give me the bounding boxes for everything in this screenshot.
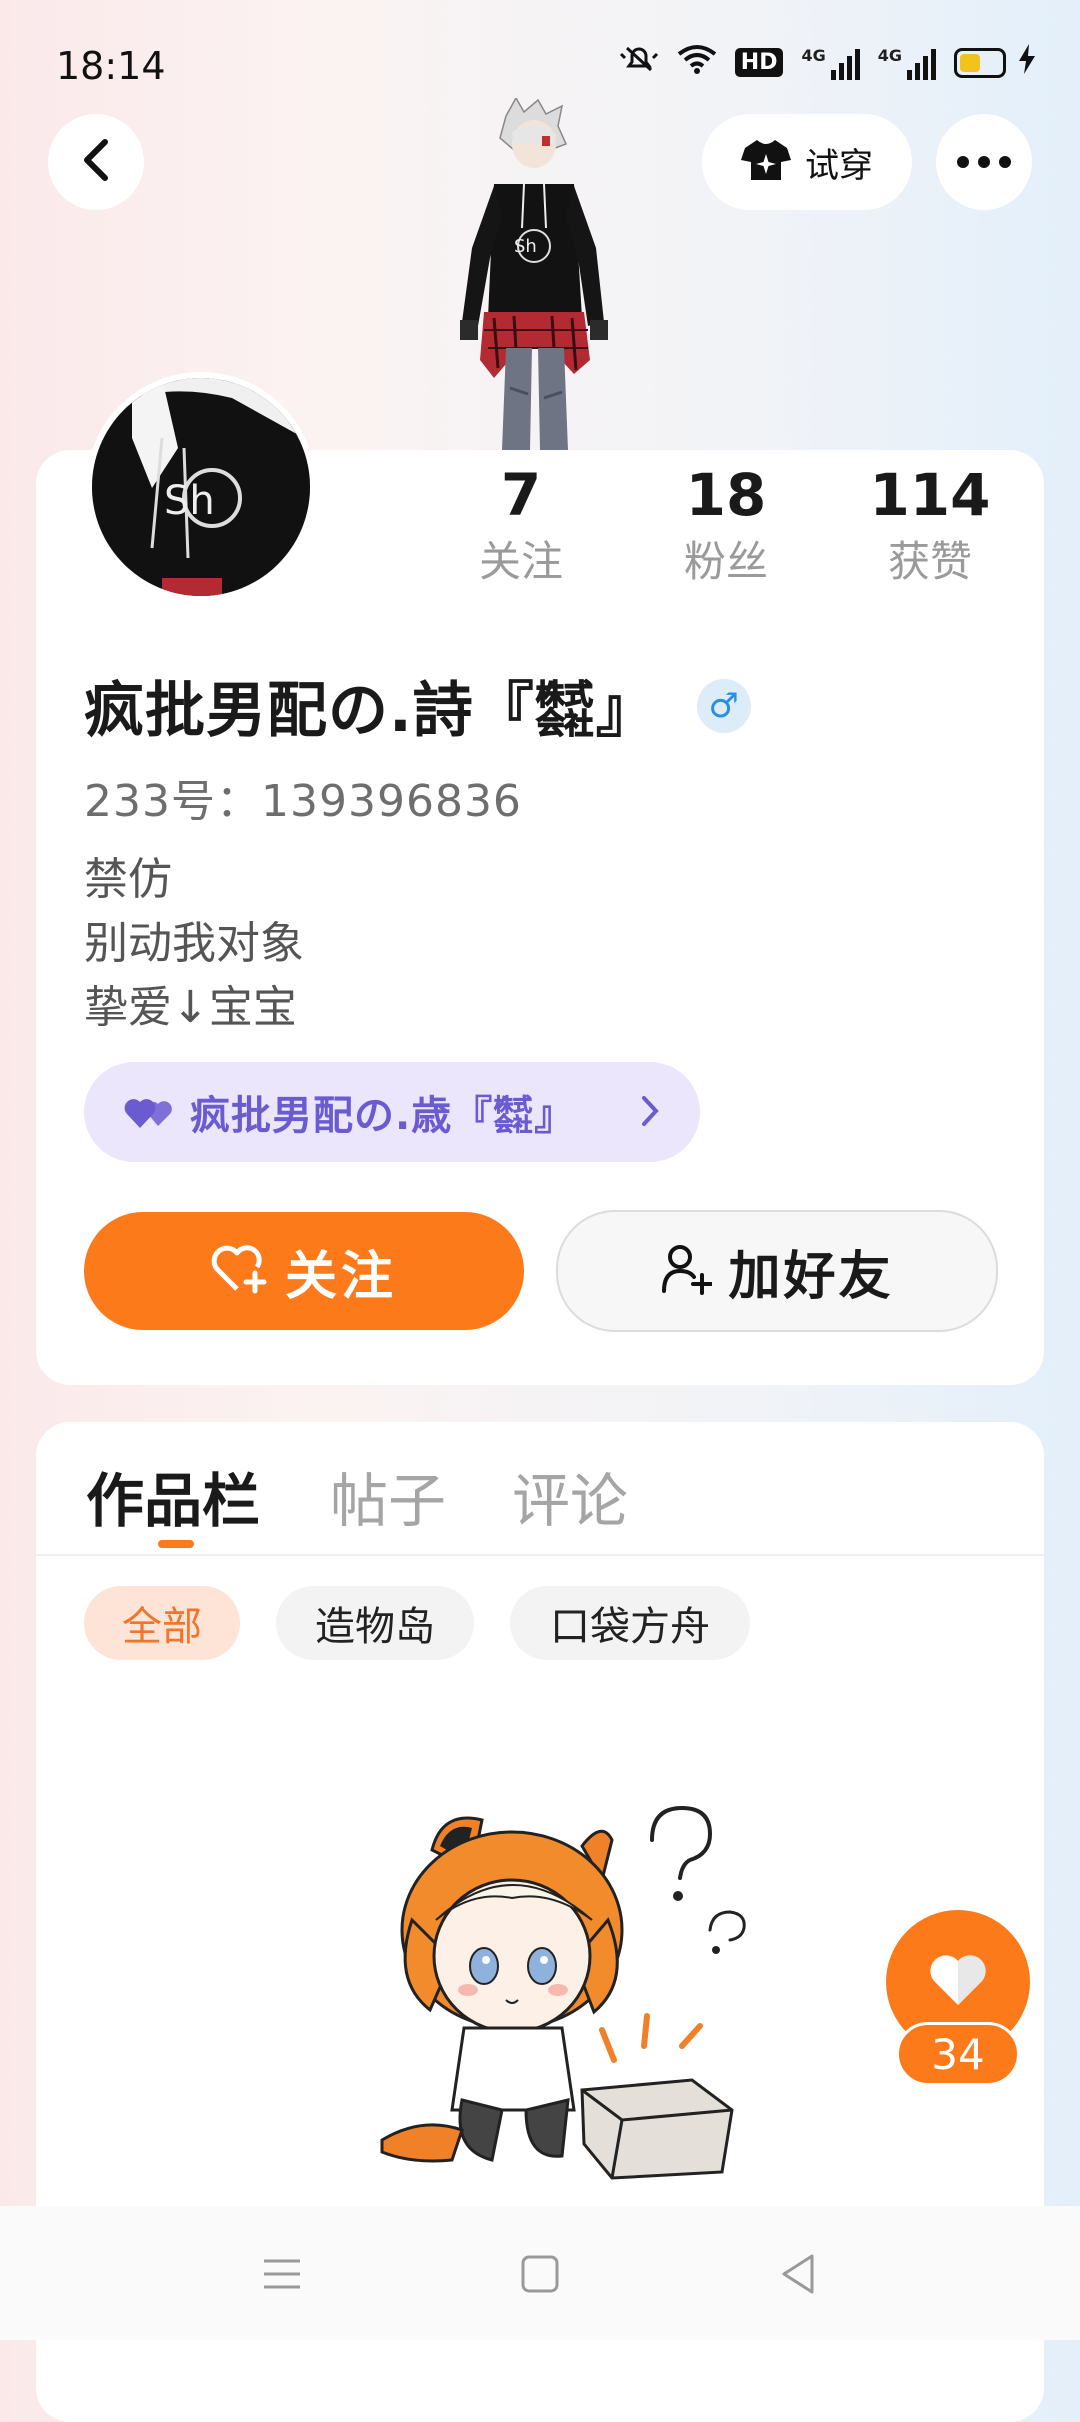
likes-label: 获赞: [887, 537, 972, 586]
like-count: 34: [896, 2022, 1020, 2086]
system-nav-bar: [0, 2206, 1080, 2340]
like-float-button[interactable]: 34: [884, 1910, 1032, 2090]
avatar[interactable]: Sh: [86, 372, 316, 602]
nav-back-button[interactable]: [768, 2246, 828, 2306]
try-on-button[interactable]: 试穿: [702, 114, 912, 210]
filter-all[interactable]: 全部: [84, 1586, 240, 1660]
heart-icon: [928, 1953, 988, 2011]
signal-2-icon: 4G: [878, 46, 936, 80]
recent-apps-button[interactable]: [252, 2246, 312, 2306]
chevron-left-icon: [81, 138, 111, 186]
bio-line: 挚爱↓宝宝: [84, 982, 297, 1033]
chevron-right-icon: [640, 1094, 660, 1132]
hd-voice-badge: HD: [734, 48, 784, 77]
stat-following[interactable]: 7 关注: [436, 460, 606, 592]
heart-plus-icon: [211, 1243, 269, 1299]
mute-bell-icon: [619, 44, 659, 81]
bio: 禁仿 别动我对象 挚爱↓宝宝: [84, 848, 304, 1040]
filter-pocket-ark[interactable]: 口袋方舟: [510, 1586, 750, 1660]
wifi-icon: [677, 44, 717, 81]
battery-icon: [954, 47, 1006, 78]
male-gender-icon: ♂: [696, 678, 751, 733]
add-user-icon: [660, 1243, 714, 1299]
clock: 18:14: [56, 44, 166, 88]
empty-state-illustration: [312, 1780, 772, 2180]
avatar-character-figure: Sh: [454, 96, 624, 450]
follow-button[interactable]: 关注: [84, 1212, 524, 1330]
tab-posts[interactable]: 帖子: [330, 1454, 446, 1538]
likes-count: 114: [869, 461, 991, 529]
user-id: 233号：139396836: [84, 776, 522, 827]
following-count: 7: [500, 461, 542, 529]
tab-comments[interactable]: 评论: [512, 1454, 628, 1538]
status-icons: HD 4G 4G: [619, 44, 1036, 81]
svg-text:Sh: Sh: [164, 478, 215, 524]
username-row: 疯批男配の.詩『㍿』 ♂: [84, 662, 751, 749]
stat-fans[interactable]: 18 粉丝: [641, 460, 811, 592]
username: 疯批男配の.詩『㍿』: [84, 676, 657, 746]
tab-works[interactable]: 作品栏: [86, 1454, 260, 1538]
bio-line: 禁仿: [84, 854, 172, 905]
fans-label: 粉丝: [683, 537, 768, 586]
home-button[interactable]: [510, 2246, 570, 2306]
partner-name: 疯批男配の.歳『㍿』: [190, 1093, 576, 1139]
filter-creation-island[interactable]: 造物岛: [276, 1586, 474, 1660]
add-friend-label: 加好友: [728, 1246, 894, 1307]
try-on-label: 试穿: [805, 145, 873, 186]
square-icon: [520, 2254, 560, 2298]
back-button[interactable]: [48, 114, 144, 210]
bio-line: 别动我对象: [84, 918, 304, 969]
active-tab-indicator: [158, 1540, 194, 1548]
signal-1-icon: 4G: [801, 46, 860, 80]
tshirt-sparkle-icon: [741, 138, 791, 186]
menu-lines-icon: [262, 2257, 302, 2295]
partner-link[interactable]: 疯批男配の.歳『㍿』: [84, 1062, 700, 1162]
fans-count: 18: [685, 461, 767, 529]
more-button[interactable]: [936, 114, 1032, 210]
follow-label: 关注: [284, 1246, 397, 1307]
following-label: 关注: [478, 537, 563, 586]
svg-text:Sh: Sh: [514, 236, 537, 257]
charging-bolt-icon: [1018, 44, 1036, 81]
triangle-back-icon: [778, 2252, 818, 2300]
content-tabs: 作品栏 帖子 评论: [36, 1422, 1044, 1556]
add-friend-button[interactable]: 加好友: [556, 1210, 998, 1332]
more-dots-icon: [957, 156, 969, 168]
double-heart-icon: [124, 1092, 176, 1132]
stat-likes[interactable]: 114 获赞: [845, 460, 1015, 592]
